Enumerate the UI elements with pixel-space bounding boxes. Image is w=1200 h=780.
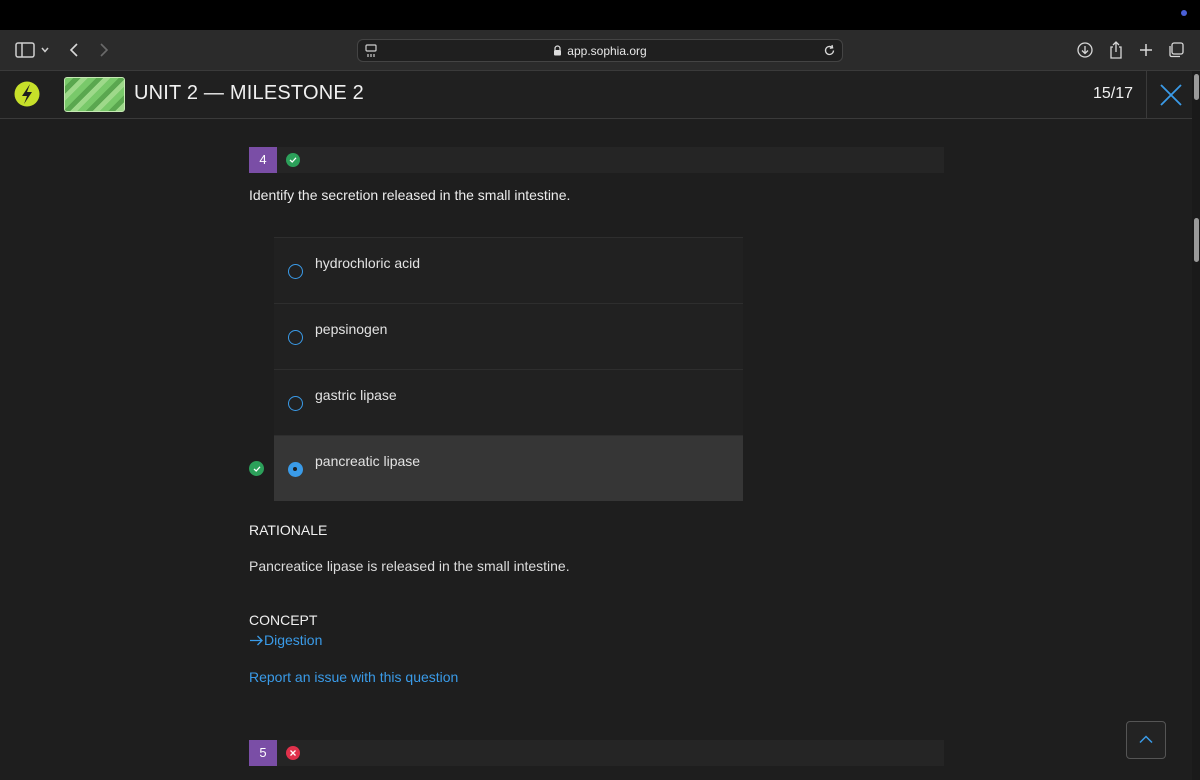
answer-option[interactable]: gastric lipase	[274, 369, 743, 435]
sophia-logo-icon[interactable]	[14, 80, 40, 108]
back-arrow-icon[interactable]	[66, 38, 82, 62]
question-number-badge: 4	[249, 147, 277, 173]
rationale-text: Pancreatice lipase is released in the sm…	[249, 558, 570, 574]
forward-arrow-icon[interactable]	[96, 38, 112, 62]
option-label: pepsinogen	[315, 321, 388, 337]
arrow-right-icon	[249, 632, 264, 648]
browser-toolbar: app.sophia.org	[0, 30, 1200, 71]
chevron-down-icon[interactable]	[39, 38, 51, 62]
rationale-heading: RATIONALE	[249, 522, 328, 538]
download-icon[interactable]	[1076, 38, 1094, 62]
share-icon[interactable]	[1107, 38, 1125, 62]
url-display: app.sophia.org	[358, 44, 842, 59]
scrollbar-track[interactable]	[1192, 71, 1200, 780]
radio-button-selected[interactable]	[288, 462, 303, 477]
answer-option[interactable]: hydrochloric acid	[274, 237, 743, 303]
answer-options: hydrochloric acid pepsinogen gastric lip…	[274, 237, 743, 501]
radio-button[interactable]	[288, 330, 303, 345]
correct-check-icon	[286, 153, 300, 167]
chevron-up-icon	[1139, 731, 1153, 749]
camera-indicator-dot	[1181, 10, 1187, 16]
answer-option[interactable]: pepsinogen	[274, 303, 743, 369]
option-label: gastric lipase	[315, 387, 397, 403]
scrollbar-thumb[interactable]	[1194, 218, 1199, 262]
incorrect-x-icon	[286, 746, 300, 760]
url-text: app.sophia.org	[567, 44, 647, 58]
option-label: hydrochloric acid	[315, 255, 421, 271]
lock-icon	[553, 45, 562, 59]
question-5-header: 5	[249, 740, 944, 766]
device-top-strip	[0, 0, 1200, 30]
new-tab-plus-icon[interactable]	[1137, 38, 1155, 62]
app-header: UNIT 2 — MILESTONE 2 15/17	[0, 71, 1192, 119]
concept-link[interactable]: Digestion	[249, 632, 322, 648]
header-scroll-thumb[interactable]	[1194, 74, 1199, 100]
answer-option-selected[interactable]: pancreatic lipase	[274, 435, 743, 501]
address-bar[interactable]: app.sophia.org	[357, 39, 843, 62]
correct-answer-check-icon	[249, 461, 264, 476]
concept-heading: CONCEPT	[249, 612, 318, 628]
question-prompt: Identify the secretion released in the s…	[249, 187, 571, 203]
report-issue-link[interactable]: Report an issue with this question	[249, 669, 458, 685]
reload-icon[interactable]	[820, 40, 838, 61]
radio-button[interactable]	[288, 264, 303, 279]
option-label: pancreatic lipase	[315, 453, 421, 469]
close-icon[interactable]	[1157, 81, 1185, 109]
unit-title: UNIT 2 — MILESTONE 2	[134, 82, 364, 104]
question-number-badge: 5	[249, 740, 277, 766]
sidebar-toggle-icon[interactable]	[14, 38, 36, 62]
question-progress: 15/17	[1093, 85, 1134, 102]
question-4-header: 4	[249, 147, 944, 173]
radio-button[interactable]	[288, 396, 303, 411]
tab-overview-icon[interactable]	[1167, 38, 1185, 62]
header-divider	[1146, 71, 1147, 119]
unit-thumbnail	[64, 77, 125, 112]
concept-link-label: Digestion	[264, 632, 323, 648]
scroll-to-top-button[interactable]	[1126, 721, 1166, 759]
